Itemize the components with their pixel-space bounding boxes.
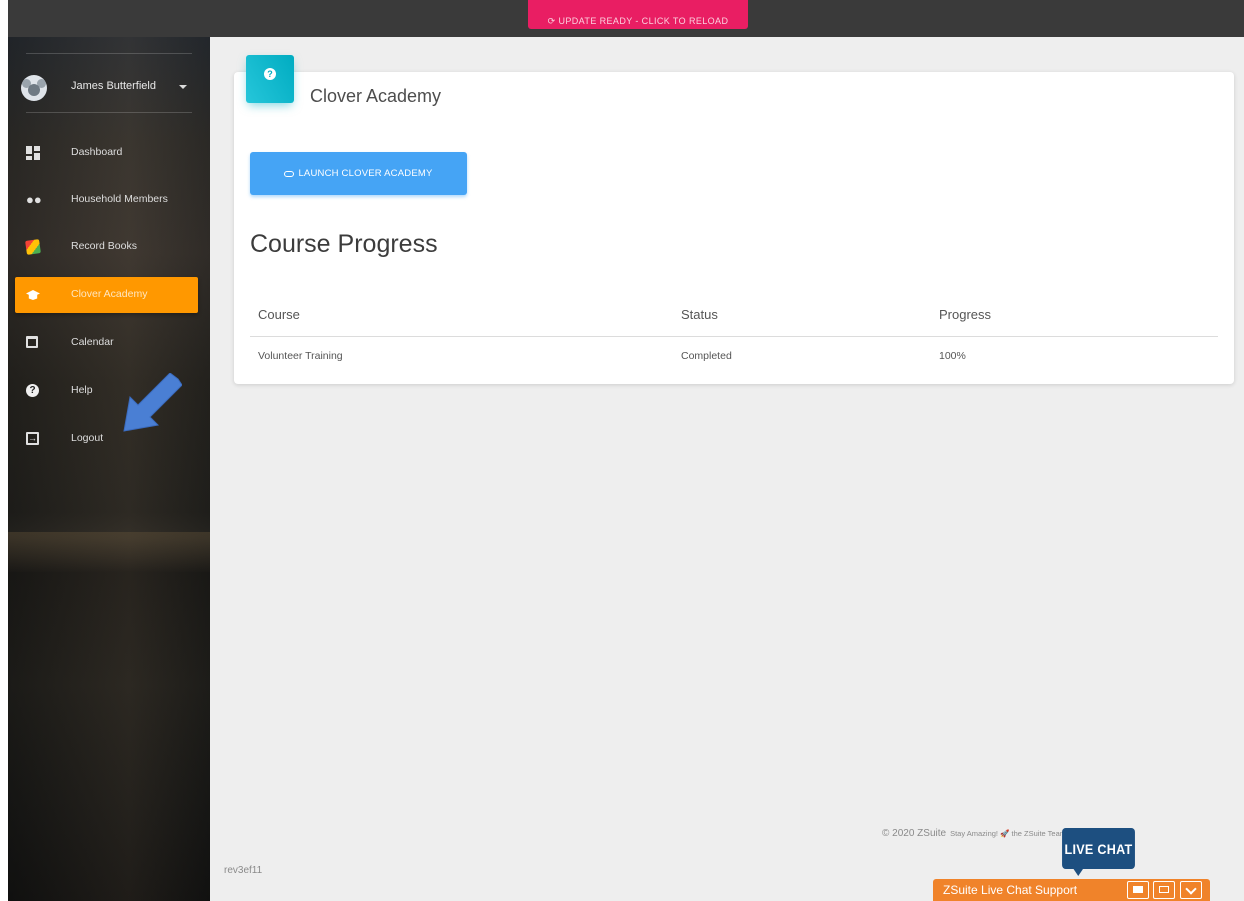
status-cell: Completed [681, 350, 732, 363]
tagline: Stay Amazing! 🚀 the ZSuite Team [950, 829, 1066, 838]
chevron-down-icon[interactable] [1180, 881, 1202, 899]
progress-cell: 100% [939, 350, 966, 363]
update-ready-button[interactable]: ⟳ UPDATE READY - CLICK TO RELOAD [528, 0, 748, 29]
user-name: James Butterfield [71, 80, 156, 92]
sidebar-item-label: Calendar [71, 336, 114, 348]
column-header-progress: Progress [931, 294, 1218, 337]
table-header-row: Course Status Progress [250, 294, 1218, 337]
course-progress-table: Course Status Progress Volunteer Trainin… [250, 294, 1218, 376]
dashboard-icon [26, 146, 40, 160]
sidebar: James Butterfield Dashboard ●● Household… [8, 37, 210, 901]
section-title: Course Progress [250, 230, 438, 258]
copyright-text: © 2020 ZSuite [882, 828, 947, 839]
sidebar-item-label: Help [71, 384, 93, 396]
link-icon [284, 170, 295, 177]
sidebar-item-label: Logout [71, 432, 104, 444]
pointer-arrow-icon [123, 373, 182, 432]
help-icon: ? [264, 68, 276, 80]
card-header-badge: ? [246, 55, 294, 103]
user-menu[interactable]: James Butterfield [8, 73, 210, 103]
graduation-cap-icon [26, 290, 40, 300]
main-content: ? Clover Academy LAUNCH CLOVER ACADEMY C… [210, 37, 1244, 901]
email-icon[interactable] [1153, 881, 1175, 899]
top-bar: ⟳ UPDATE READY - CLICK TO RELOAD [8, 0, 1244, 37]
footer-copyright: © 2020 ZSuite Stay Amazing! 🚀 the ZSuite … [882, 828, 1066, 839]
launch-button-label: LAUNCH CLOVER ACADEMY [298, 168, 433, 179]
table-row: Volunteer Training Completed 100% [250, 336, 1218, 376]
card-title: Clover Academy [310, 86, 442, 106]
live-chat-label: ZSuite Live Chat Support [943, 883, 1078, 897]
sidebar-item-dashboard[interactable]: Dashboard [15, 135, 198, 171]
help-icon: ? [26, 384, 39, 397]
sidebar-divider [26, 53, 192, 54]
avatar [21, 75, 47, 101]
sidebar-item-clover-academy[interactable]: Clover Academy [15, 277, 198, 313]
course-cell: Volunteer Training [258, 350, 343, 363]
sidebar-item-household-members[interactable]: ●● Household Members [15, 182, 198, 218]
live-chat-bubble[interactable]: LIVE CHAT [1062, 828, 1135, 876]
sidebar-divider [26, 112, 192, 113]
sidebar-item-label: Dashboard [71, 146, 123, 158]
caret-down-icon [179, 85, 187, 89]
revision-label: rev3ef11 [224, 865, 263, 876]
sidebar-item-record-books[interactable]: Record Books [15, 229, 198, 265]
live-chat-bar[interactable]: ZSuite Live Chat Support [933, 879, 1210, 901]
launch-clover-academy-button[interactable]: LAUNCH CLOVER ACADEMY [250, 152, 467, 195]
logout-icon: → [26, 432, 39, 445]
column-header-course: Course [250, 294, 673, 337]
chat-message-icon[interactable] [1127, 881, 1149, 899]
calendar-icon [26, 336, 38, 348]
sidebar-item-label: Record Books [71, 240, 137, 252]
clover-academy-card: ? Clover Academy LAUNCH CLOVER ACADEMY C… [234, 55, 1234, 384]
column-header-status: Status [673, 294, 931, 337]
sidebar-item-calendar[interactable]: Calendar [15, 325, 198, 361]
record-book-icon [25, 239, 41, 255]
people-icon: ●● [26, 192, 42, 207]
sidebar-item-label: Clover Academy [71, 288, 148, 300]
sidebar-item-label: Household Members [71, 193, 168, 205]
